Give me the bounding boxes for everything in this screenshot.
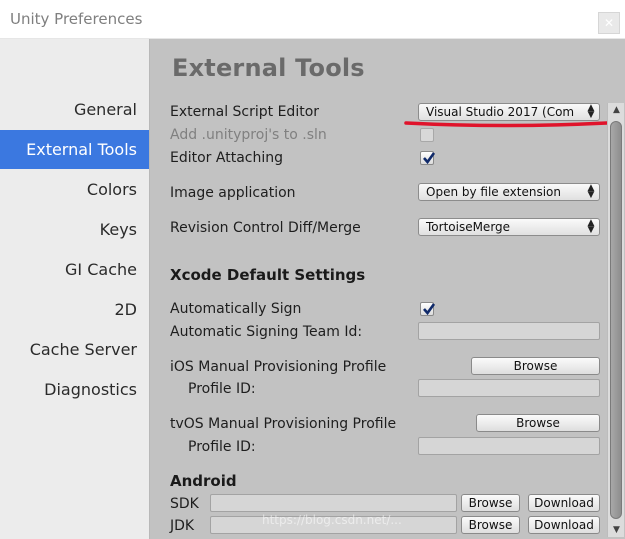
checkmark-icon bbox=[423, 303, 436, 316]
team-id-field[interactable] bbox=[418, 322, 600, 340]
jdk-browse-button[interactable]: Browse bbox=[461, 516, 520, 534]
sidebar-item-2d[interactable]: 2D bbox=[0, 290, 149, 329]
page-title: External Tools bbox=[172, 54, 365, 82]
tvos-profile-browse-button[interactable]: Browse bbox=[476, 414, 600, 432]
vertical-scrollbar[interactable]: ▲ ▼ bbox=[607, 103, 624, 537]
editor-attaching-label: Editor Attaching bbox=[170, 150, 283, 166]
sdk-path-field[interactable] bbox=[210, 494, 457, 512]
android-section-title: Android bbox=[170, 472, 237, 490]
updown-arrow-icon: ▲ ▼ bbox=[587, 103, 595, 120]
ios-profile-label: iOS Manual Provisioning Profile bbox=[170, 359, 387, 375]
editor-attaching-checkbox[interactable] bbox=[420, 151, 436, 165]
window-title: Unity Preferences bbox=[10, 10, 143, 28]
sdk-label: SDK bbox=[170, 496, 199, 512]
image-application-label: Image application bbox=[170, 185, 296, 201]
checkmark-icon bbox=[423, 152, 436, 165]
sidebar-item-general[interactable]: General bbox=[0, 90, 149, 129]
automatically-sign-label: Automatically Sign bbox=[170, 301, 302, 317]
scrollbar-thumb[interactable] bbox=[610, 121, 622, 519]
revision-control-dropdown[interactable]: TortoiseMerge ▲ ▼ bbox=[418, 218, 600, 236]
sidebar-item-keys[interactable]: Keys bbox=[0, 210, 149, 249]
external-script-editor-label: External Script Editor bbox=[170, 104, 320, 120]
automatically-sign-checkbox[interactable] bbox=[420, 302, 436, 316]
close-icon: ✕ bbox=[603, 16, 615, 30]
tvos-profile-label: tvOS Manual Provisioning Profile bbox=[170, 416, 397, 432]
sidebar-item-external-tools[interactable]: External Tools bbox=[0, 130, 149, 169]
revision-control-label: Revision Control Diff/Merge bbox=[170, 220, 361, 236]
red-underline-annotation bbox=[404, 121, 609, 128]
team-id-label: Automatic Signing Team Id: bbox=[170, 324, 363, 340]
external-script-editor-value: Visual Studio 2017 (Com bbox=[426, 105, 575, 119]
updown-arrow-icon: ▲ ▼ bbox=[587, 218, 595, 235]
title-bar: Unity Preferences ✕ bbox=[0, 0, 625, 39]
sdk-browse-button[interactable]: Browse bbox=[461, 494, 520, 512]
sidebar: General External Tools Colors Keys GI Ca… bbox=[0, 39, 150, 539]
tvos-profile-id-field[interactable] bbox=[418, 437, 600, 455]
jdk-download-button[interactable]: Download bbox=[528, 516, 600, 534]
scroll-up-arrow-icon[interactable]: ▲ bbox=[610, 103, 623, 117]
ios-profile-browse-button[interactable]: Browse bbox=[471, 357, 600, 375]
updown-arrow-icon: ▲ ▼ bbox=[587, 183, 595, 200]
close-button[interactable]: ✕ bbox=[598, 12, 620, 34]
xcode-section-title: Xcode Default Settings bbox=[170, 266, 366, 284]
sdk-download-button[interactable]: Download bbox=[528, 494, 600, 512]
watermark: https://blog.csdn.net/... bbox=[262, 513, 402, 527]
sidebar-item-diagnostics[interactable]: Diagnostics bbox=[0, 370, 149, 409]
add-unityproj-checkbox[interactable] bbox=[420, 128, 434, 142]
add-unityproj-label: Add .unityproj's to .sln bbox=[170, 127, 327, 143]
image-application-value: Open by file extension bbox=[426, 185, 561, 199]
sidebar-item-cache-server[interactable]: Cache Server bbox=[0, 330, 149, 369]
scroll-down-arrow-icon[interactable]: ▼ bbox=[610, 523, 623, 537]
ios-profile-id-field[interactable] bbox=[418, 379, 600, 397]
ios-profile-id-label: Profile ID: bbox=[188, 381, 256, 397]
sidebar-item-colors[interactable]: Colors bbox=[0, 170, 149, 209]
sidebar-item-gi-cache[interactable]: GI Cache bbox=[0, 250, 149, 289]
tvos-profile-id-label: Profile ID: bbox=[188, 439, 256, 455]
revision-control-value: TortoiseMerge bbox=[426, 220, 511, 234]
image-application-dropdown[interactable]: Open by file extension ▲ ▼ bbox=[418, 183, 600, 201]
jdk-label: JDK bbox=[170, 518, 195, 534]
